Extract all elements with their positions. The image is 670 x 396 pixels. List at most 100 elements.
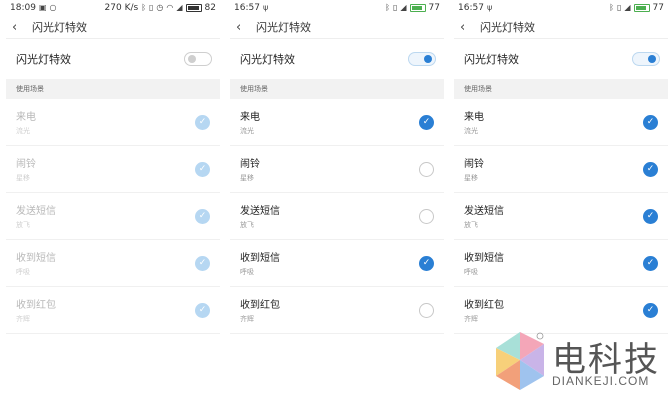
section-header: 使用场景 <box>6 79 220 99</box>
check-icon: ✓ <box>195 255 210 271</box>
flash-effect-toggle-row[interactable]: 闪光灯特效 <box>230 39 444 79</box>
status-time: 18:09 <box>10 3 36 13</box>
nav-header: ‹ 闪光灯特效 <box>454 16 668 38</box>
circle-icon: ○ <box>49 3 57 12</box>
check-icon[interactable]: ✓ <box>643 114 658 130</box>
item-title: 收到红包 <box>16 300 56 311</box>
page-title: 闪光灯特效 <box>480 21 535 34</box>
back-arrow-icon[interactable]: ‹ <box>12 20 26 35</box>
item-subtitle: 呼吸 <box>464 268 478 276</box>
section-header: 使用场景 <box>230 79 444 99</box>
item-title: 来电 <box>240 112 260 123</box>
network-speed: 270 K/s <box>104 3 139 13</box>
list-item: 来电流光 ✓ <box>6 99 220 146</box>
battery-icon <box>185 4 202 12</box>
nav-header: ‹ 闪光灯特效 <box>230 16 444 38</box>
battery-icon <box>409 4 426 12</box>
item-title: 收到红包 <box>240 300 280 311</box>
item-subtitle: 呼吸 <box>16 268 30 276</box>
item-title: 收到短信 <box>16 253 56 264</box>
check-icon: ✓ <box>195 161 210 177</box>
item-title: 闹铃 <box>16 159 36 170</box>
item-subtitle: 流光 <box>464 127 478 135</box>
check-icon[interactable]: ✓ <box>643 161 658 177</box>
check-icon: ✓ <box>195 302 210 318</box>
check-icon[interactable]: ✓ <box>643 208 658 224</box>
check-icon[interactable] <box>419 161 434 177</box>
watermark-domain: DIANKEJI.COM <box>552 374 650 388</box>
check-icon[interactable]: ✓ <box>419 114 434 130</box>
signal-icon: ◢ <box>624 3 631 12</box>
battery-level: 77 <box>428 3 440 13</box>
item-subtitle: 星移 <box>464 174 478 182</box>
item-title: 收到短信 <box>240 253 280 264</box>
list-item[interactable]: 闹铃星移 ✓ <box>454 146 668 193</box>
item-subtitle: 流光 <box>16 127 30 135</box>
battery-level: 82 <box>204 3 216 13</box>
toggle-label: 闪光灯特效 <box>240 53 295 66</box>
vibrate-icon: ▯ <box>616 3 622 12</box>
list-item: 发送短信 放飞 ✓ <box>6 193 220 240</box>
page-title: 闪光灯特效 <box>256 21 311 34</box>
list-item[interactable]: 发送短信 放飞 <box>230 193 444 240</box>
list-item[interactable]: 收到短信 呼吸 ✓ <box>230 240 444 287</box>
settings-panel-1: 18:09 ▣ ○ 270 K/s ᛒ ▯ ◷ ◠ ◢ 82 ‹ 闪光灯特效 闪… <box>6 0 220 340</box>
list-item[interactable]: 收到红包 齐辉 ✓ <box>454 287 668 334</box>
item-title: 发送短信 <box>464 206 504 217</box>
item-subtitle: 流光 <box>240 127 254 135</box>
status-time: 16:57 <box>458 3 484 13</box>
back-arrow-icon[interactable]: ‹ <box>460 20 474 35</box>
item-title: 闹铃 <box>464 159 484 170</box>
check-icon[interactable]: ✓ <box>643 302 658 318</box>
item-title: 发送短信 <box>240 206 280 217</box>
settings-panel-3: 16:57 ψ ᛒ ▯ ◢ 77 ‹ 闪光灯特效 闪光灯特效 使用场景 来电 流光… <box>454 0 668 340</box>
battery-level: 77 <box>652 3 664 13</box>
toggle-label: 闪光灯特效 <box>464 53 519 66</box>
list-item[interactable]: 发送短信 放飞 ✓ <box>454 193 668 240</box>
switch-knob <box>648 55 656 63</box>
list-item: 收到短信呼吸 ✓ <box>6 240 220 287</box>
item-title: 收到红包 <box>464 300 504 311</box>
status-time: 16:57 <box>234 3 260 13</box>
list-item: 收到红包齐辉 ✓ <box>6 287 220 334</box>
wifi-icon: ◠ <box>166 3 174 12</box>
list-item[interactable]: 收到红包 齐辉 <box>230 287 444 334</box>
check-icon: ✓ <box>195 208 210 224</box>
item-subtitle: 放飞 <box>16 221 30 229</box>
flash-effect-switch[interactable] <box>184 52 212 66</box>
item-subtitle: 齐辉 <box>16 315 30 323</box>
check-icon[interactable] <box>419 302 434 318</box>
list-item[interactable]: 来电流光 ✓ <box>230 99 444 146</box>
check-icon[interactable] <box>419 208 434 224</box>
item-title: 收到短信 <box>464 253 504 264</box>
check-icon[interactable]: ✓ <box>643 255 658 271</box>
item-title: 来电 <box>464 112 484 123</box>
image-icon: ▣ <box>38 3 47 12</box>
settings-panel-2: 16:57 ψ ᛒ ▯ ◢ 77 ‹ 闪光灯特效 闪光灯特效 使用场景 来电 流光… <box>230 0 444 340</box>
usb-icon: ψ <box>262 3 269 12</box>
nav-header: ‹ 闪光灯特效 <box>6 16 220 38</box>
signal-icon: ◢ <box>176 3 183 12</box>
flash-effect-toggle-row[interactable]: 闪光灯特效 <box>6 39 220 79</box>
flash-effect-toggle-row[interactable]: 闪光灯特效 <box>454 39 668 79</box>
toggle-label: 闪光灯特效 <box>16 53 71 66</box>
diankeji-logo-icon <box>496 332 544 390</box>
check-icon[interactable]: ✓ <box>419 255 434 271</box>
flash-effect-switch[interactable] <box>632 52 660 66</box>
vibrate-icon: ▯ <box>149 3 154 12</box>
usb-icon: ψ <box>486 3 493 12</box>
bluetooth-icon: ᛒ <box>609 3 614 12</box>
back-arrow-icon[interactable]: ‹ <box>236 20 250 35</box>
check-icon: ✓ <box>195 114 210 130</box>
list-item[interactable]: 来电流光 ✓ <box>454 99 668 146</box>
flash-effect-switch[interactable] <box>408 52 436 66</box>
page-title: 闪光灯特效 <box>32 21 87 34</box>
bluetooth-icon: ᛒ <box>141 3 147 12</box>
switch-knob <box>424 55 432 63</box>
list-item[interactable]: 闹铃 星移 <box>230 146 444 193</box>
item-title: 来电 <box>16 112 36 123</box>
list-item[interactable]: 收到短信呼吸 ✓ <box>454 240 668 287</box>
bluetooth-icon: ᛒ <box>385 3 390 12</box>
status-bar: 16:57 ψ ᛒ ▯ ◢ 77 <box>454 0 668 16</box>
item-subtitle: 星移 <box>240 174 254 182</box>
